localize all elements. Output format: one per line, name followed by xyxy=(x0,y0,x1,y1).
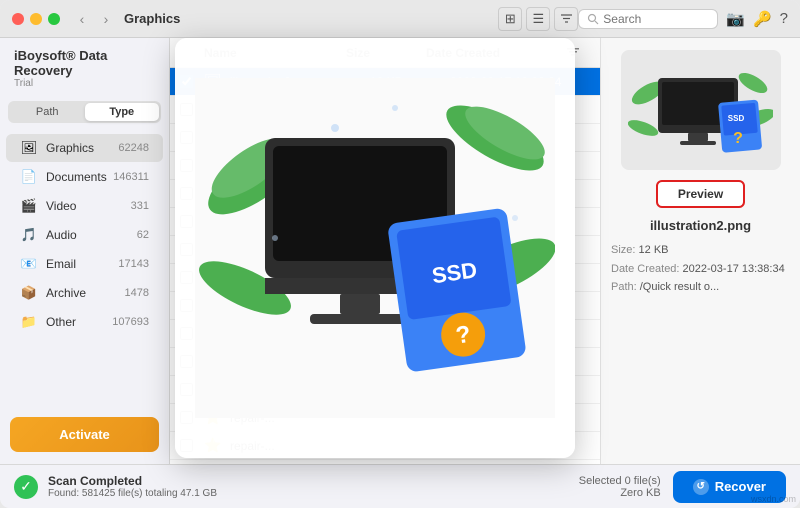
sidebar-item-email[interactable]: 📧 Email 17143 xyxy=(6,250,163,278)
app-trial: Trial xyxy=(14,78,155,89)
view-buttons: ⊞ ☰ xyxy=(498,7,578,31)
graphics-icon: 🖼 xyxy=(20,139,38,157)
audio-icon: 🎵 xyxy=(20,226,38,244)
scan-complete-icon: ✓ xyxy=(14,475,38,499)
email-label: Email xyxy=(46,257,118,271)
scan-status-text: Scan Completed Found: 581425 file(s) tot… xyxy=(48,474,579,499)
sidebar-item-video[interactable]: 🎬 Video 331 xyxy=(6,192,163,220)
nav-arrows: ‹ › xyxy=(72,9,116,29)
filter-button[interactable] xyxy=(554,7,578,31)
titlebar-title: Graphics xyxy=(124,11,498,26)
preview-button[interactable]: Preview xyxy=(656,180,745,208)
selected-size: Zero KB xyxy=(579,487,661,499)
size-label: Size: xyxy=(611,244,635,256)
grid-view-button[interactable]: ⊞ xyxy=(498,7,522,31)
recover-button[interactable]: ↺ Recover xyxy=(673,471,786,503)
sidebar-items: 🖼 Graphics 62248 📄 Documents 146311 🎬 Vi… xyxy=(0,129,169,407)
preview-thumbnail: ? SSD xyxy=(621,50,781,170)
path-label: Path: xyxy=(611,281,637,293)
preview-filename: illustration2.png xyxy=(650,218,751,233)
checkmark-icon: ✓ xyxy=(20,478,32,495)
scan-title: Scan Completed xyxy=(48,474,579,488)
search-input[interactable] xyxy=(603,12,709,26)
tab-type[interactable]: Type xyxy=(85,103,160,121)
titlebar: ‹ › Graphics ⊞ ☰ 📷 🔑 ? xyxy=(0,0,800,38)
sidebar-item-archive[interactable]: 📦 Archive 1478 xyxy=(6,279,163,307)
back-button[interactable]: ‹ xyxy=(72,9,92,29)
sidebar-item-documents[interactable]: 📄 Documents 146311 xyxy=(6,163,163,191)
scan-detail: Found: 581425 file(s) totaling 47.1 GB xyxy=(48,488,579,499)
email-count: 17143 xyxy=(118,258,149,270)
date-label: Date Created: xyxy=(611,263,679,275)
sidebar-item-other[interactable]: 📁 Other 107693 xyxy=(6,308,163,336)
size-value: 12 KB xyxy=(639,244,669,256)
preview-meta: Size: 12 KB Date Created: 2022-03-17 13:… xyxy=(611,241,790,297)
preview-popup: SSD ? xyxy=(175,38,575,458)
app-name: iBoysoft® Data Recovery xyxy=(14,48,155,78)
sidebar: iBoysoft® Data Recovery Trial Path Type … xyxy=(0,38,170,464)
maximize-button[interactable] xyxy=(48,13,60,25)
traffic-lights xyxy=(12,13,60,25)
selected-info: Selected 0 file(s) Zero KB xyxy=(579,475,661,499)
archive-label: Archive xyxy=(46,286,125,300)
documents-label: Documents xyxy=(46,170,113,184)
recover-icon: ↺ xyxy=(693,479,709,495)
preview-panel: ? SSD Preview illustration2.png Size: 12… xyxy=(600,38,800,464)
audio-label: Audio xyxy=(46,228,137,242)
sidebar-tabs: Path Type xyxy=(8,101,161,123)
list-view-button[interactable]: ☰ xyxy=(526,7,550,31)
info-icon[interactable]: 🔑 xyxy=(753,10,772,28)
activate-button[interactable]: Activate xyxy=(10,417,159,452)
other-label: Other xyxy=(46,315,112,329)
other-icon: 📁 xyxy=(20,313,38,331)
archive-count: 1478 xyxy=(125,287,149,299)
svg-text:?: ? xyxy=(733,130,743,147)
graphics-count: 62248 xyxy=(118,142,149,154)
video-count: 331 xyxy=(131,200,149,212)
other-count: 107693 xyxy=(112,316,149,328)
documents-icon: 📄 xyxy=(20,168,38,186)
archive-icon: 📦 xyxy=(20,284,38,302)
preview-image: ? SSD xyxy=(628,58,773,163)
help-icon[interactable]: ? xyxy=(780,10,788,28)
sidebar-header: iBoysoft® Data Recovery Trial xyxy=(0,38,169,95)
audio-count: 62 xyxy=(137,229,149,241)
tab-path[interactable]: Path xyxy=(10,103,85,121)
minimize-button[interactable] xyxy=(30,13,42,25)
path-value: /Quick result o... xyxy=(640,281,719,293)
graphics-label: Graphics xyxy=(46,141,118,155)
sidebar-item-audio[interactable]: 🎵 Audio 62 xyxy=(6,221,163,249)
camera-icon[interactable]: 📷 xyxy=(726,10,745,28)
bottom-bar: ✓ Scan Completed Found: 581425 file(s) t… xyxy=(0,464,800,508)
date-value: 2022-03-17 13:38:34 xyxy=(683,263,785,275)
recover-label: Recover xyxy=(715,479,766,494)
email-icon: 📧 xyxy=(20,255,38,273)
forward-button[interactable]: › xyxy=(96,9,116,29)
documents-count: 146311 xyxy=(113,171,149,183)
selected-count: Selected 0 file(s) xyxy=(579,475,661,487)
popup-illustration: SSD ? xyxy=(195,78,555,418)
search-bar[interactable] xyxy=(578,9,718,29)
svg-text:SSD: SSD xyxy=(728,114,745,123)
close-button[interactable] xyxy=(12,13,24,25)
video-label: Video xyxy=(46,199,131,213)
video-icon: 🎬 xyxy=(20,197,38,215)
sidebar-item-graphics[interactable]: 🖼 Graphics 62248 xyxy=(6,134,163,162)
